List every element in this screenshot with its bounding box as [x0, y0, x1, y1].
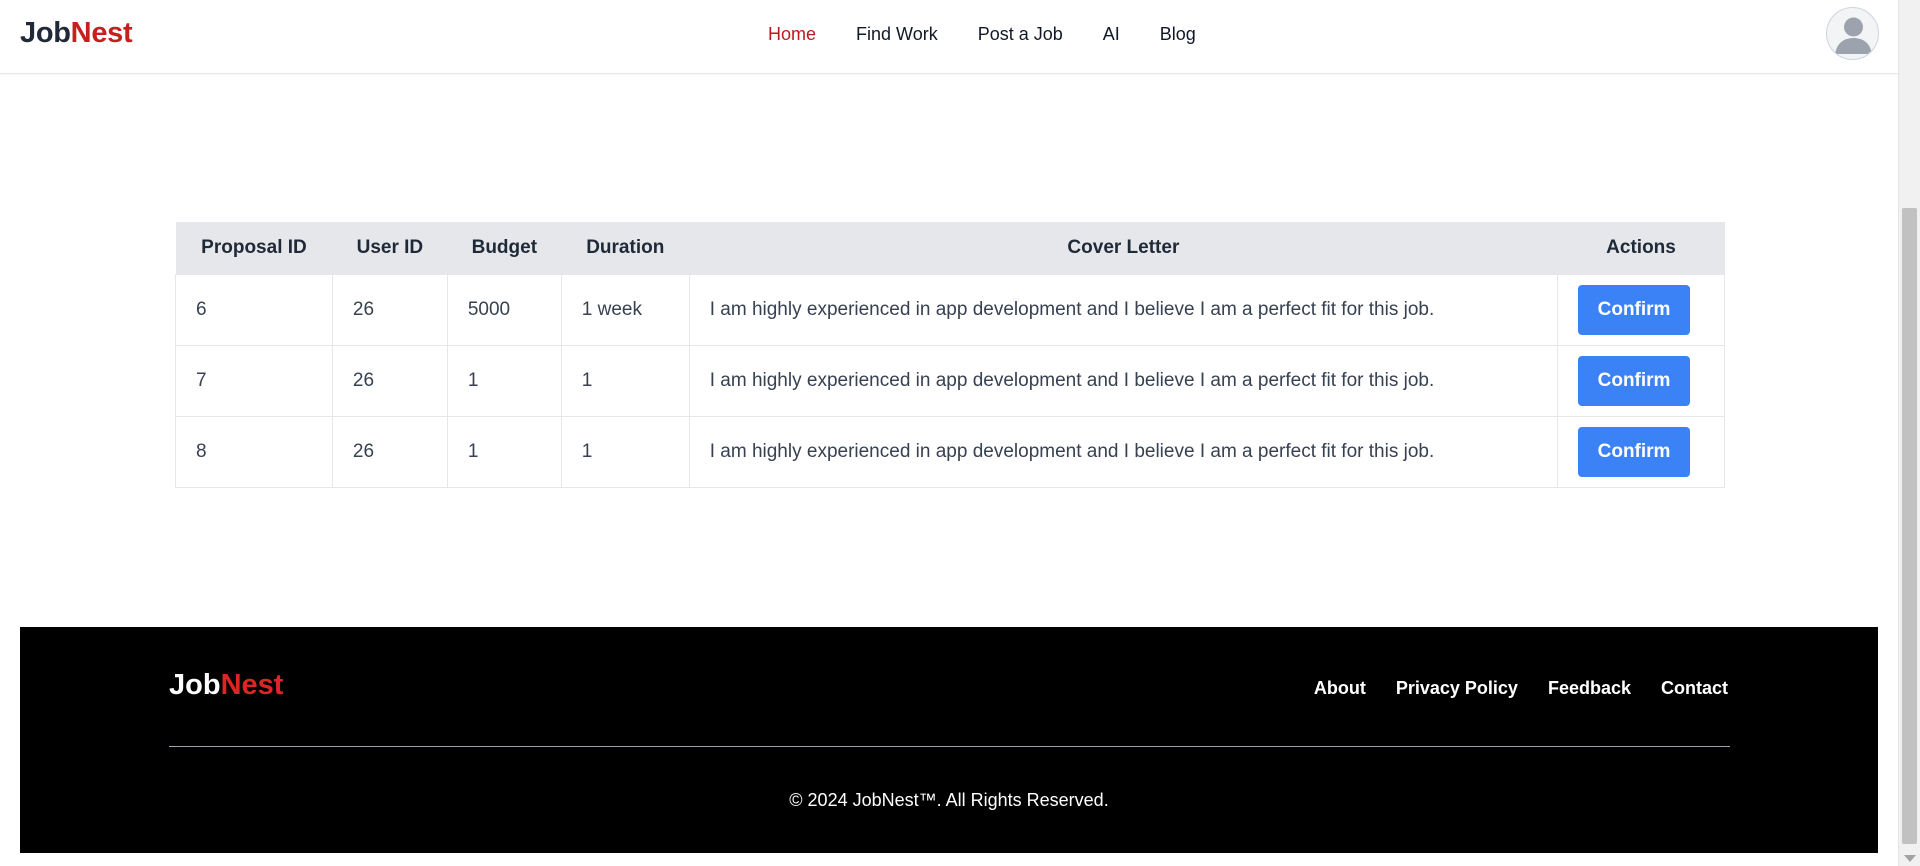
nav-item-post-a-job[interactable]: Post a Job	[978, 22, 1063, 46]
cell-duration: 1	[560, 344, 690, 417]
column-header-budget: Budget	[447, 222, 562, 274]
scrollbar-thumb[interactable]	[1902, 208, 1917, 844]
cell-budget: 1	[446, 415, 562, 488]
table-row: 6 26 5000 1 week I am highly experienced…	[175, 273, 1725, 346]
top-navbar: JobNest Home Find Work Post a Job AI Blo…	[0, 0, 1898, 74]
column-header-cover-letter: Cover Letter	[689, 222, 1558, 274]
nav-item-home[interactable]: Home	[768, 22, 816, 46]
cell-budget: 1	[446, 344, 562, 417]
table-row: 7 26 1 1 I am highly experienced in app …	[175, 344, 1725, 417]
user-avatar-icon	[1835, 17, 1872, 54]
column-header-duration: Duration	[561, 222, 690, 274]
confirm-button[interactable]: Confirm	[1578, 284, 1691, 335]
confirm-button[interactable]: Confirm	[1578, 426, 1691, 477]
footer-divider	[169, 746, 1730, 747]
cell-user-id: 26	[331, 415, 448, 488]
site-footer: JobNest About Privacy Policy Feedback Co…	[20, 627, 1878, 853]
footer-link-feedback[interactable]: Feedback	[1548, 677, 1631, 699]
nav-item-ai[interactable]: AI	[1103, 22, 1120, 46]
logo-text-nest: Nest	[70, 17, 133, 49]
table-row: 8 26 1 1 I am highly experienced in app …	[175, 415, 1725, 488]
footer-link-privacy-policy[interactable]: Privacy Policy	[1396, 677, 1518, 699]
cell-actions: Confirm	[1557, 415, 1725, 488]
page-scrollbar[interactable]	[1898, 0, 1920, 866]
cell-cover-letter: I am highly experienced in app developme…	[688, 273, 1559, 346]
footer-link-about[interactable]: About	[1314, 677, 1366, 699]
footer-link-contact[interactable]: Contact	[1661, 677, 1728, 699]
nav-item-blog[interactable]: Blog	[1160, 22, 1196, 46]
cell-user-id: 26	[331, 344, 448, 417]
footer-logo-text-job: Job	[169, 669, 221, 701]
main-nav: Home Find Work Post a Job AI Blog	[768, 22, 1236, 46]
cell-proposal-id: 7	[175, 344, 333, 417]
copyright-text: © 2024 JobNest™. All Rights Reserved.	[789, 790, 1109, 810]
column-header-actions: Actions	[1557, 222, 1725, 274]
cell-actions: Confirm	[1557, 344, 1725, 417]
footer-links: About Privacy Policy Feedback Contact	[1284, 677, 1728, 699]
column-header-proposal-id: Proposal ID	[175, 222, 333, 274]
user-avatar-button[interactable]	[1826, 7, 1879, 60]
footer-logo-text-nest: Nest	[220, 669, 284, 701]
table-header-row: Proposal ID User ID Budget Duration Cove…	[175, 222, 1725, 274]
cell-actions: Confirm	[1557, 273, 1725, 346]
logo-text-job: Job	[20, 17, 71, 49]
nav-item-find-work[interactable]: Find Work	[856, 22, 938, 46]
footer-brand-logo[interactable]: JobNest	[169, 667, 283, 703]
cell-duration: 1 week	[560, 273, 690, 346]
cell-proposal-id: 8	[175, 415, 333, 488]
cell-proposal-id: 6	[175, 273, 333, 346]
cell-cover-letter: I am highly experienced in app developme…	[688, 415, 1559, 488]
brand-logo[interactable]: JobNest	[20, 15, 133, 51]
column-header-user-id: User ID	[332, 222, 448, 274]
cell-cover-letter: I am highly experienced in app developme…	[688, 344, 1559, 417]
cell-user-id: 26	[331, 273, 448, 346]
scroll-down-arrow-icon[interactable]	[1904, 855, 1916, 862]
cell-budget: 5000	[446, 273, 562, 346]
confirm-button[interactable]: Confirm	[1578, 355, 1691, 406]
cell-duration: 1	[560, 415, 690, 488]
proposals-table: Proposal ID User ID Budget Duration Cove…	[175, 222, 1725, 488]
